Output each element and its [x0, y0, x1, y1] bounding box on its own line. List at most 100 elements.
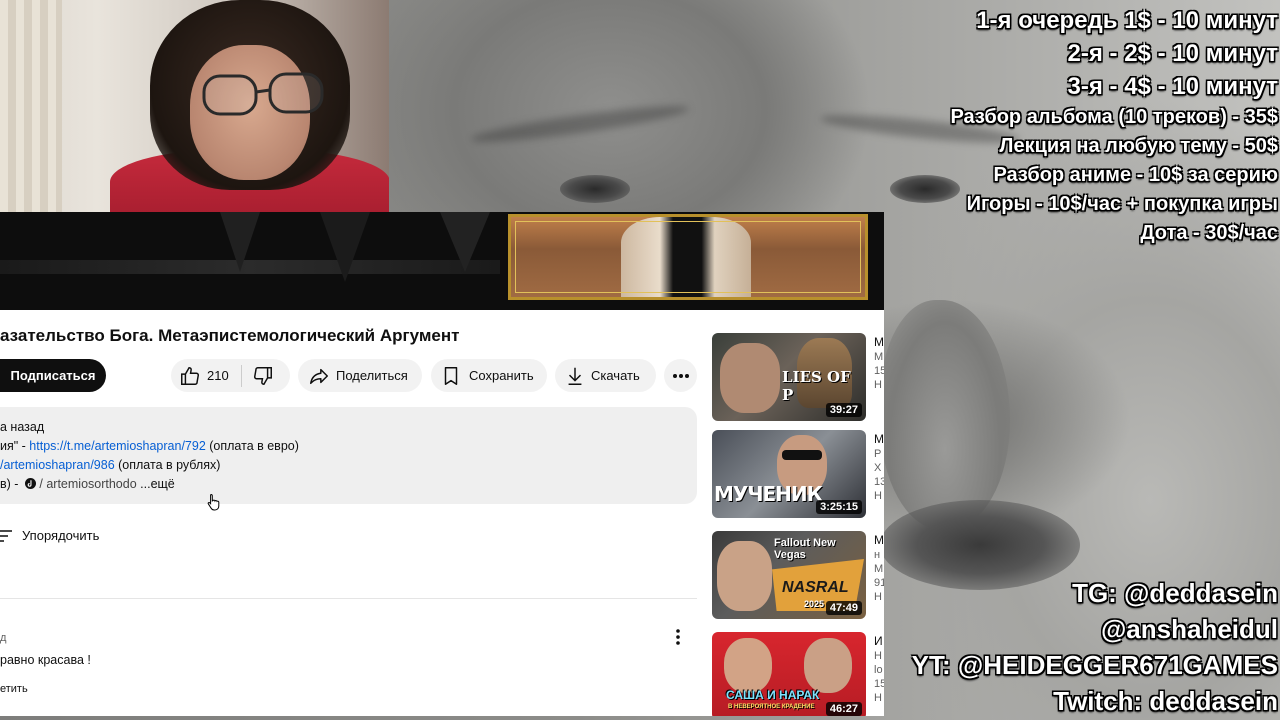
- glasses-icon: [202, 72, 324, 116]
- video-duration: 3:25:15: [816, 500, 862, 514]
- hand-cursor-icon: [207, 493, 220, 511]
- social-line: @anshaheidul: [1100, 614, 1278, 644]
- recommended-video-meta-line: М: [874, 351, 884, 363]
- sunglasses-icon: [782, 450, 822, 460]
- price-line: Разбор альбома (10 треков) - 35$: [950, 106, 1278, 128]
- download-button[interactable]: Скачать: [555, 359, 656, 392]
- share-button[interactable]: Поделиться: [298, 359, 422, 392]
- recommended-video-meta-line: Х: [874, 462, 882, 474]
- price-line: Дота - 30$/час: [1140, 222, 1278, 244]
- more-horizontal-icon: [672, 373, 689, 378]
- recommended-video-title: И: [874, 634, 883, 648]
- description-more-button[interactable]: ...ещё: [140, 477, 175, 491]
- tiktok-icon: [24, 478, 36, 489]
- description-line-3: /artemioshapran/986 (оплата в рублях): [0, 458, 220, 472]
- more-actions-button[interactable]: [664, 359, 697, 392]
- share-label: Поделиться: [336, 368, 408, 383]
- description-date: а назад: [0, 420, 45, 434]
- recommended-video-meta-4[interactable]: И Н lo 15 Н: [874, 634, 884, 704]
- description-line-2-suffix: (оплата в евро): [205, 439, 299, 453]
- share-icon: [310, 368, 328, 384]
- like-count: 210: [207, 368, 229, 383]
- recommended-video-thumbnail-2[interactable]: МУЧЕНИК 3:25:15: [712, 430, 866, 518]
- thumb-3-person: [717, 541, 772, 611]
- social-line: TG: @deddasein: [1072, 578, 1278, 608]
- thumbs-up-icon: [181, 366, 199, 385]
- recommended-video-meta-line: Н: [874, 591, 882, 603]
- recommended-video-meta-1[interactable]: М М 15 Н: [874, 335, 884, 391]
- comment-reply-button[interactable]: етить: [0, 683, 28, 695]
- recommended-video-meta-line: Р: [874, 448, 882, 460]
- recommended-video-meta-line: 15: [874, 365, 884, 377]
- video-host-frame: [508, 214, 868, 300]
- comment-text: равно красава !: [0, 653, 91, 667]
- download-label: Скачать: [591, 368, 640, 383]
- video-title: азательство Бога. Метаэпистемологический…: [0, 326, 460, 345]
- like-button[interactable]: [179, 365, 201, 387]
- thumb-1-text: LIES OF P: [782, 368, 851, 404]
- recommended-video-meta-line: н: [874, 549, 881, 561]
- description-line-2-prefix: ия" -: [0, 439, 30, 453]
- save-button[interactable]: Сохранить: [431, 359, 547, 392]
- thumb-3-text-3: 2025: [804, 599, 825, 609]
- comment-meta: д: [0, 632, 7, 644]
- recommended-video-thumbnail-3[interactable]: Fallout New Vegas NASRAL 2025 47:49: [712, 531, 866, 619]
- recommended-video-meta-line: 13: [874, 476, 884, 488]
- recommended-video-meta-2[interactable]: М Р Х 13 Н: [874, 432, 884, 502]
- description-line-4-prefix: в) -: [0, 477, 22, 491]
- recommended-video-meta-line: М: [874, 563, 884, 575]
- thumb-4-text-2: В НЕВЕРОЯТНОЕ КРАДЕНИЕ: [728, 704, 815, 710]
- donation-price-list: 1-я очередь 1$ - 10 минут 2-я - 2$ - 10 …: [950, 4, 1278, 248]
- sort-icon: [0, 529, 12, 542]
- thumbs-down-icon: [253, 366, 272, 385]
- social-line: YT: @HEIDEGGER671GAMES: [911, 650, 1278, 680]
- description-line-2: ия" - https://t.me/artemioshapran/792 (о…: [0, 439, 299, 453]
- recommended-video-meta-line: Н: [874, 650, 882, 662]
- sort-comments-button[interactable]: Упорядочить: [0, 528, 99, 543]
- recommended-video-meta-3[interactable]: М н М 91 Н: [874, 533, 884, 603]
- thumb-4-person-2: [804, 638, 852, 693]
- description-line-4: в) - / artemiosorthodo ...ещё: [0, 477, 175, 491]
- thumb-4-person-1: [724, 638, 772, 693]
- video-duration: 46:27: [825, 702, 862, 716]
- telegram-link-euro[interactable]: https://t.me/artemioshapran/792: [29, 439, 205, 453]
- recommended-video-title: М: [874, 335, 884, 349]
- recommended-video-meta-line: 15: [874, 678, 884, 690]
- recommended-video-meta-line: Н: [874, 692, 882, 704]
- subscribe-button[interactable]: Подписаться: [0, 359, 106, 392]
- recommended-video-meta-line: lo: [874, 664, 883, 676]
- bookmark-icon: [444, 366, 458, 385]
- recommended-video-thumbnail-4[interactable]: САША И НАРАК В НЕВЕРОЯТНОЕ КРАДЕНИЕ 46:2…: [712, 632, 866, 716]
- recommended-video-title: М: [874, 533, 884, 547]
- price-line: 1-я очередь 1$ - 10 минут: [976, 7, 1278, 34]
- download-icon: [568, 367, 582, 385]
- price-line: Лекция на любую тему - 50$: [999, 135, 1278, 157]
- recommended-video-meta-line: Н: [874, 379, 882, 391]
- description-line-3-suffix: (оплата в рублях): [114, 458, 221, 472]
- comment-menu-button[interactable]: [668, 627, 688, 647]
- description-line-4-link[interactable]: / artemiosorthodo: [36, 477, 136, 491]
- comments-divider: [0, 598, 697, 599]
- video-duration: 39:27: [825, 403, 862, 417]
- recommended-video-title: М: [874, 432, 884, 446]
- thumb-3-text-2: NASRAL: [782, 579, 849, 596]
- webcam-feed: [0, 0, 389, 212]
- more-vertical-icon: [676, 629, 680, 645]
- youtube-page: азательство Бога. Метаэпистемологический…: [0, 310, 884, 716]
- save-label: Сохранить: [469, 368, 534, 383]
- dislike-button[interactable]: [252, 365, 274, 387]
- telegram-link-rub[interactable]: /artemioshapran/986: [0, 458, 115, 472]
- sort-label: Упорядочить: [22, 528, 100, 543]
- thumb-3-text: Fallout New Vegas: [774, 537, 836, 561]
- like-divider: [240, 364, 242, 387]
- recommended-video-thumbnail-1[interactable]: LIES OF P 39:27: [712, 333, 866, 421]
- price-line: 2-я - 2$ - 10 минут: [1067, 40, 1278, 67]
- price-line: Разбор аниме - 10$ за серию: [993, 164, 1278, 186]
- video-description[interactable]: а назад ия" - https://t.me/artemioshapra…: [0, 407, 697, 504]
- price-line: 3-я - 4$ - 10 минут: [1067, 73, 1278, 100]
- video-duration: 47:49: [825, 601, 862, 615]
- social-links-overlay: TG: @deddasein @anshaheidul YT: @HEIDEGG…: [912, 575, 1278, 719]
- video-frame-inner-border: [515, 221, 861, 293]
- price-line: Игоры - 10$/час + покупка игры: [966, 193, 1278, 215]
- thumb-2-text: МУЧЕНИК: [714, 482, 823, 506]
